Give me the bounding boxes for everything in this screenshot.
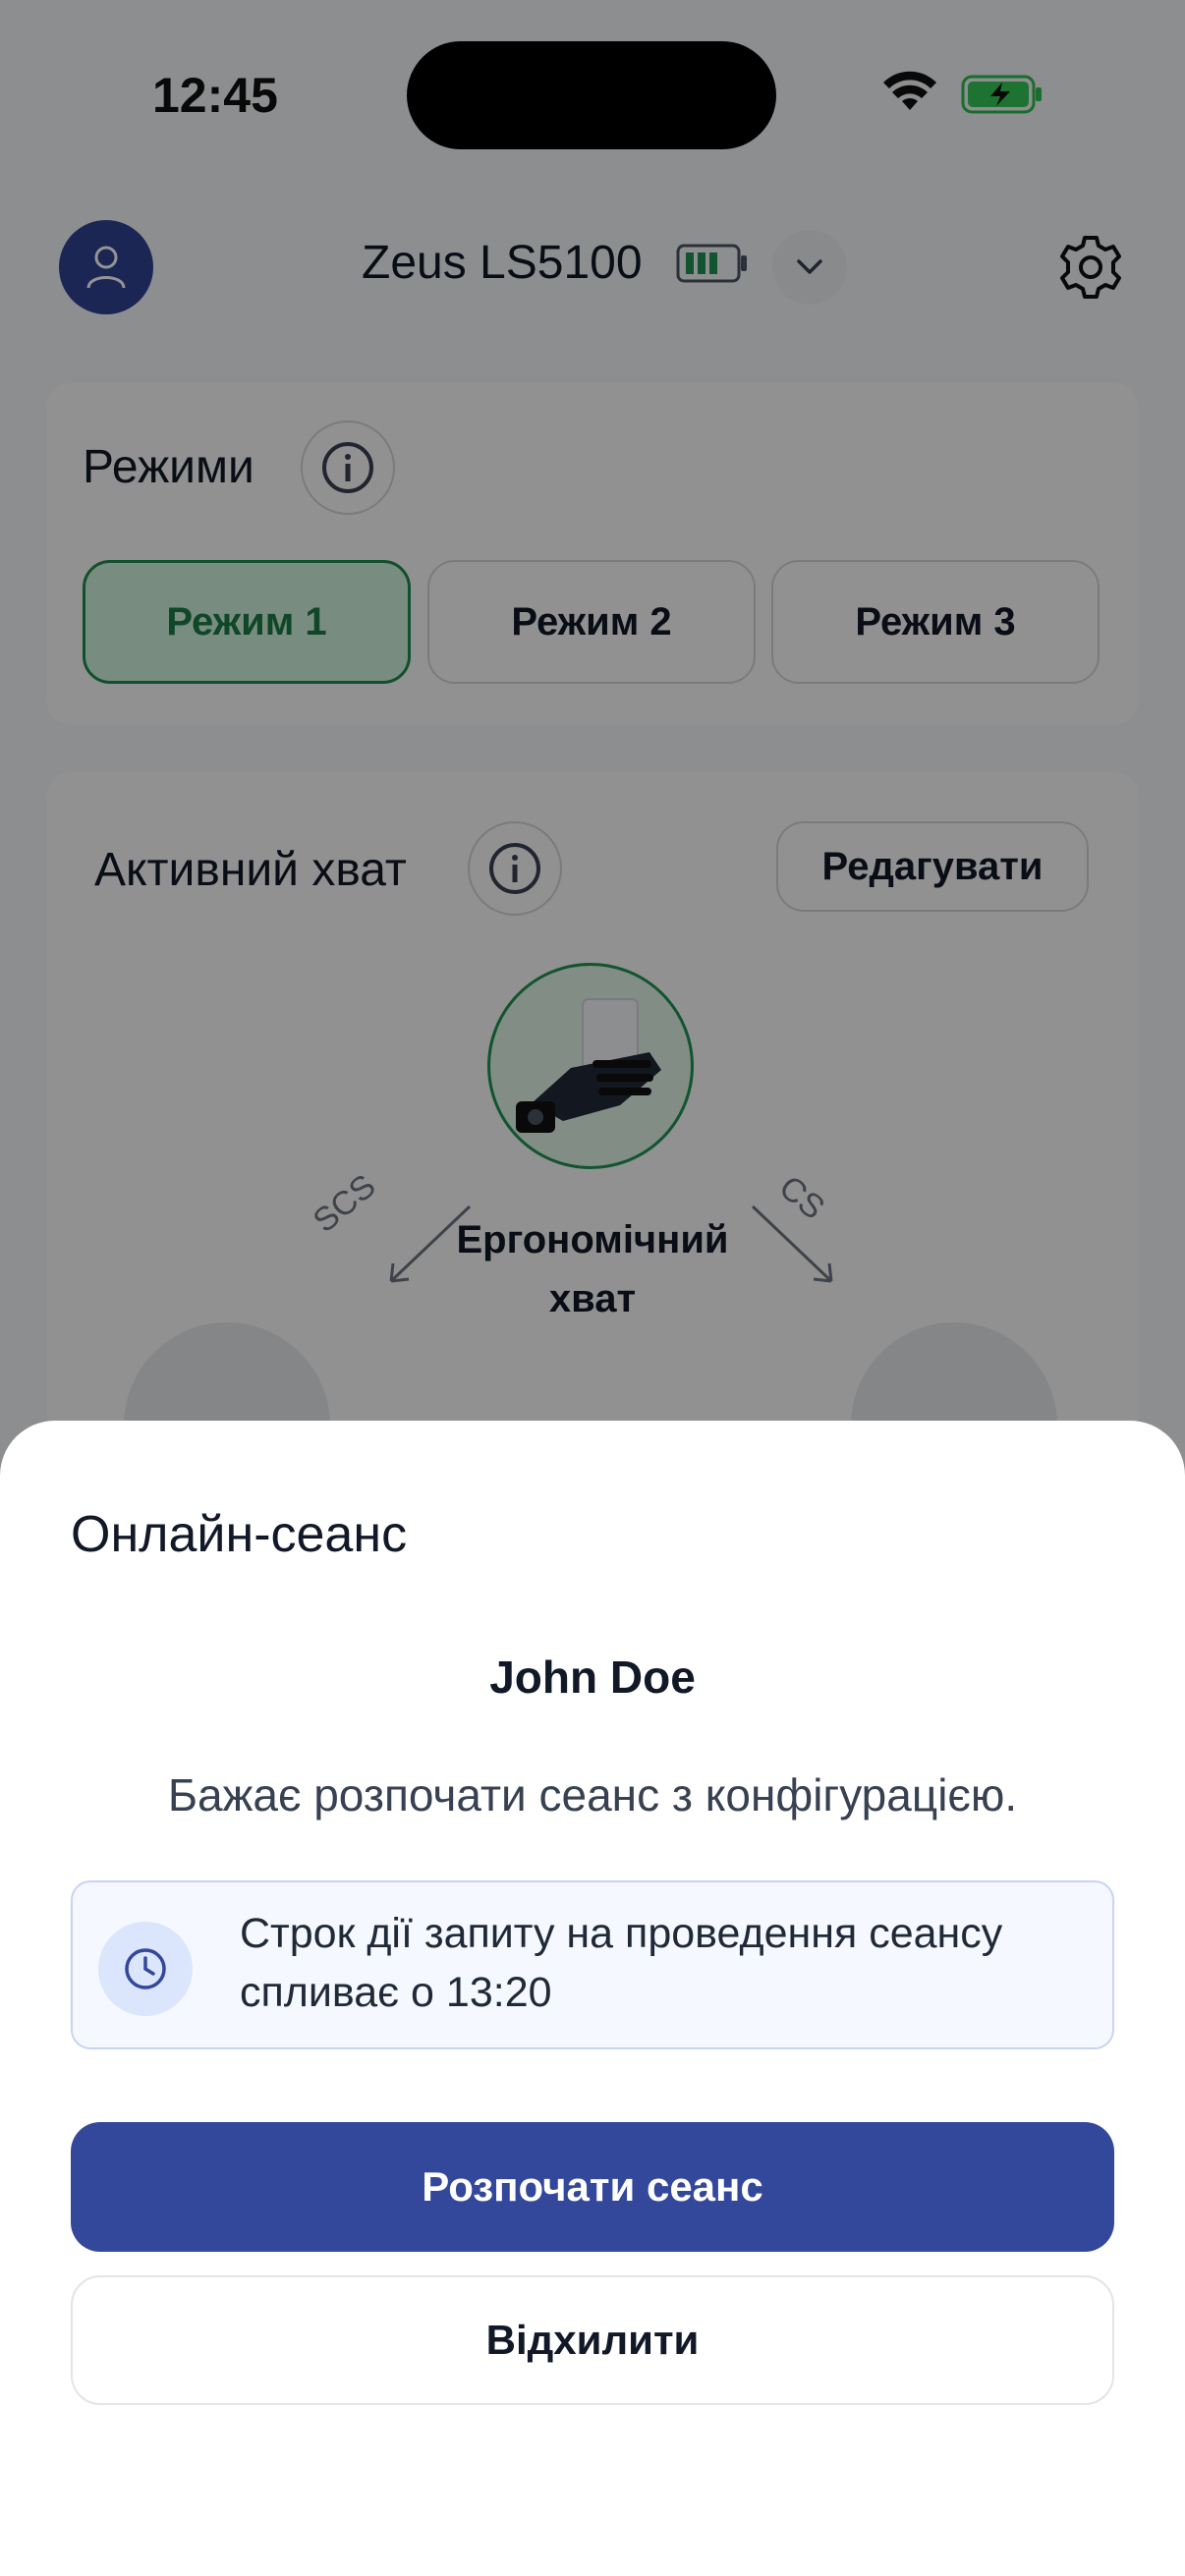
- sheet-title: Онлайн-сеанс: [71, 1506, 408, 1563]
- online-session-sheet: Онлайн-сеанс John Doe Бажає розпочати се…: [0, 1421, 1185, 2576]
- requester-name: John Doe: [489, 1652, 696, 1703]
- start-session-button[interactable]: Розпочати сеанс: [71, 2122, 1114, 2252]
- clock-icon: [125, 1948, 166, 1989]
- expiry-notice: Строк дії запиту на проведення сеансу сп…: [71, 1880, 1114, 2049]
- expiry-notice-text: Строк дії запиту на проведення сеансу сп…: [240, 1910, 1003, 2016]
- session-message: Бажає розпочати сеанс з конфігурацією.: [167, 1769, 1018, 1820]
- decline-button[interactable]: Відхилити: [71, 2275, 1114, 2405]
- clock-icon-badge: [98, 1922, 193, 2016]
- dynamic-island: [407, 41, 776, 149]
